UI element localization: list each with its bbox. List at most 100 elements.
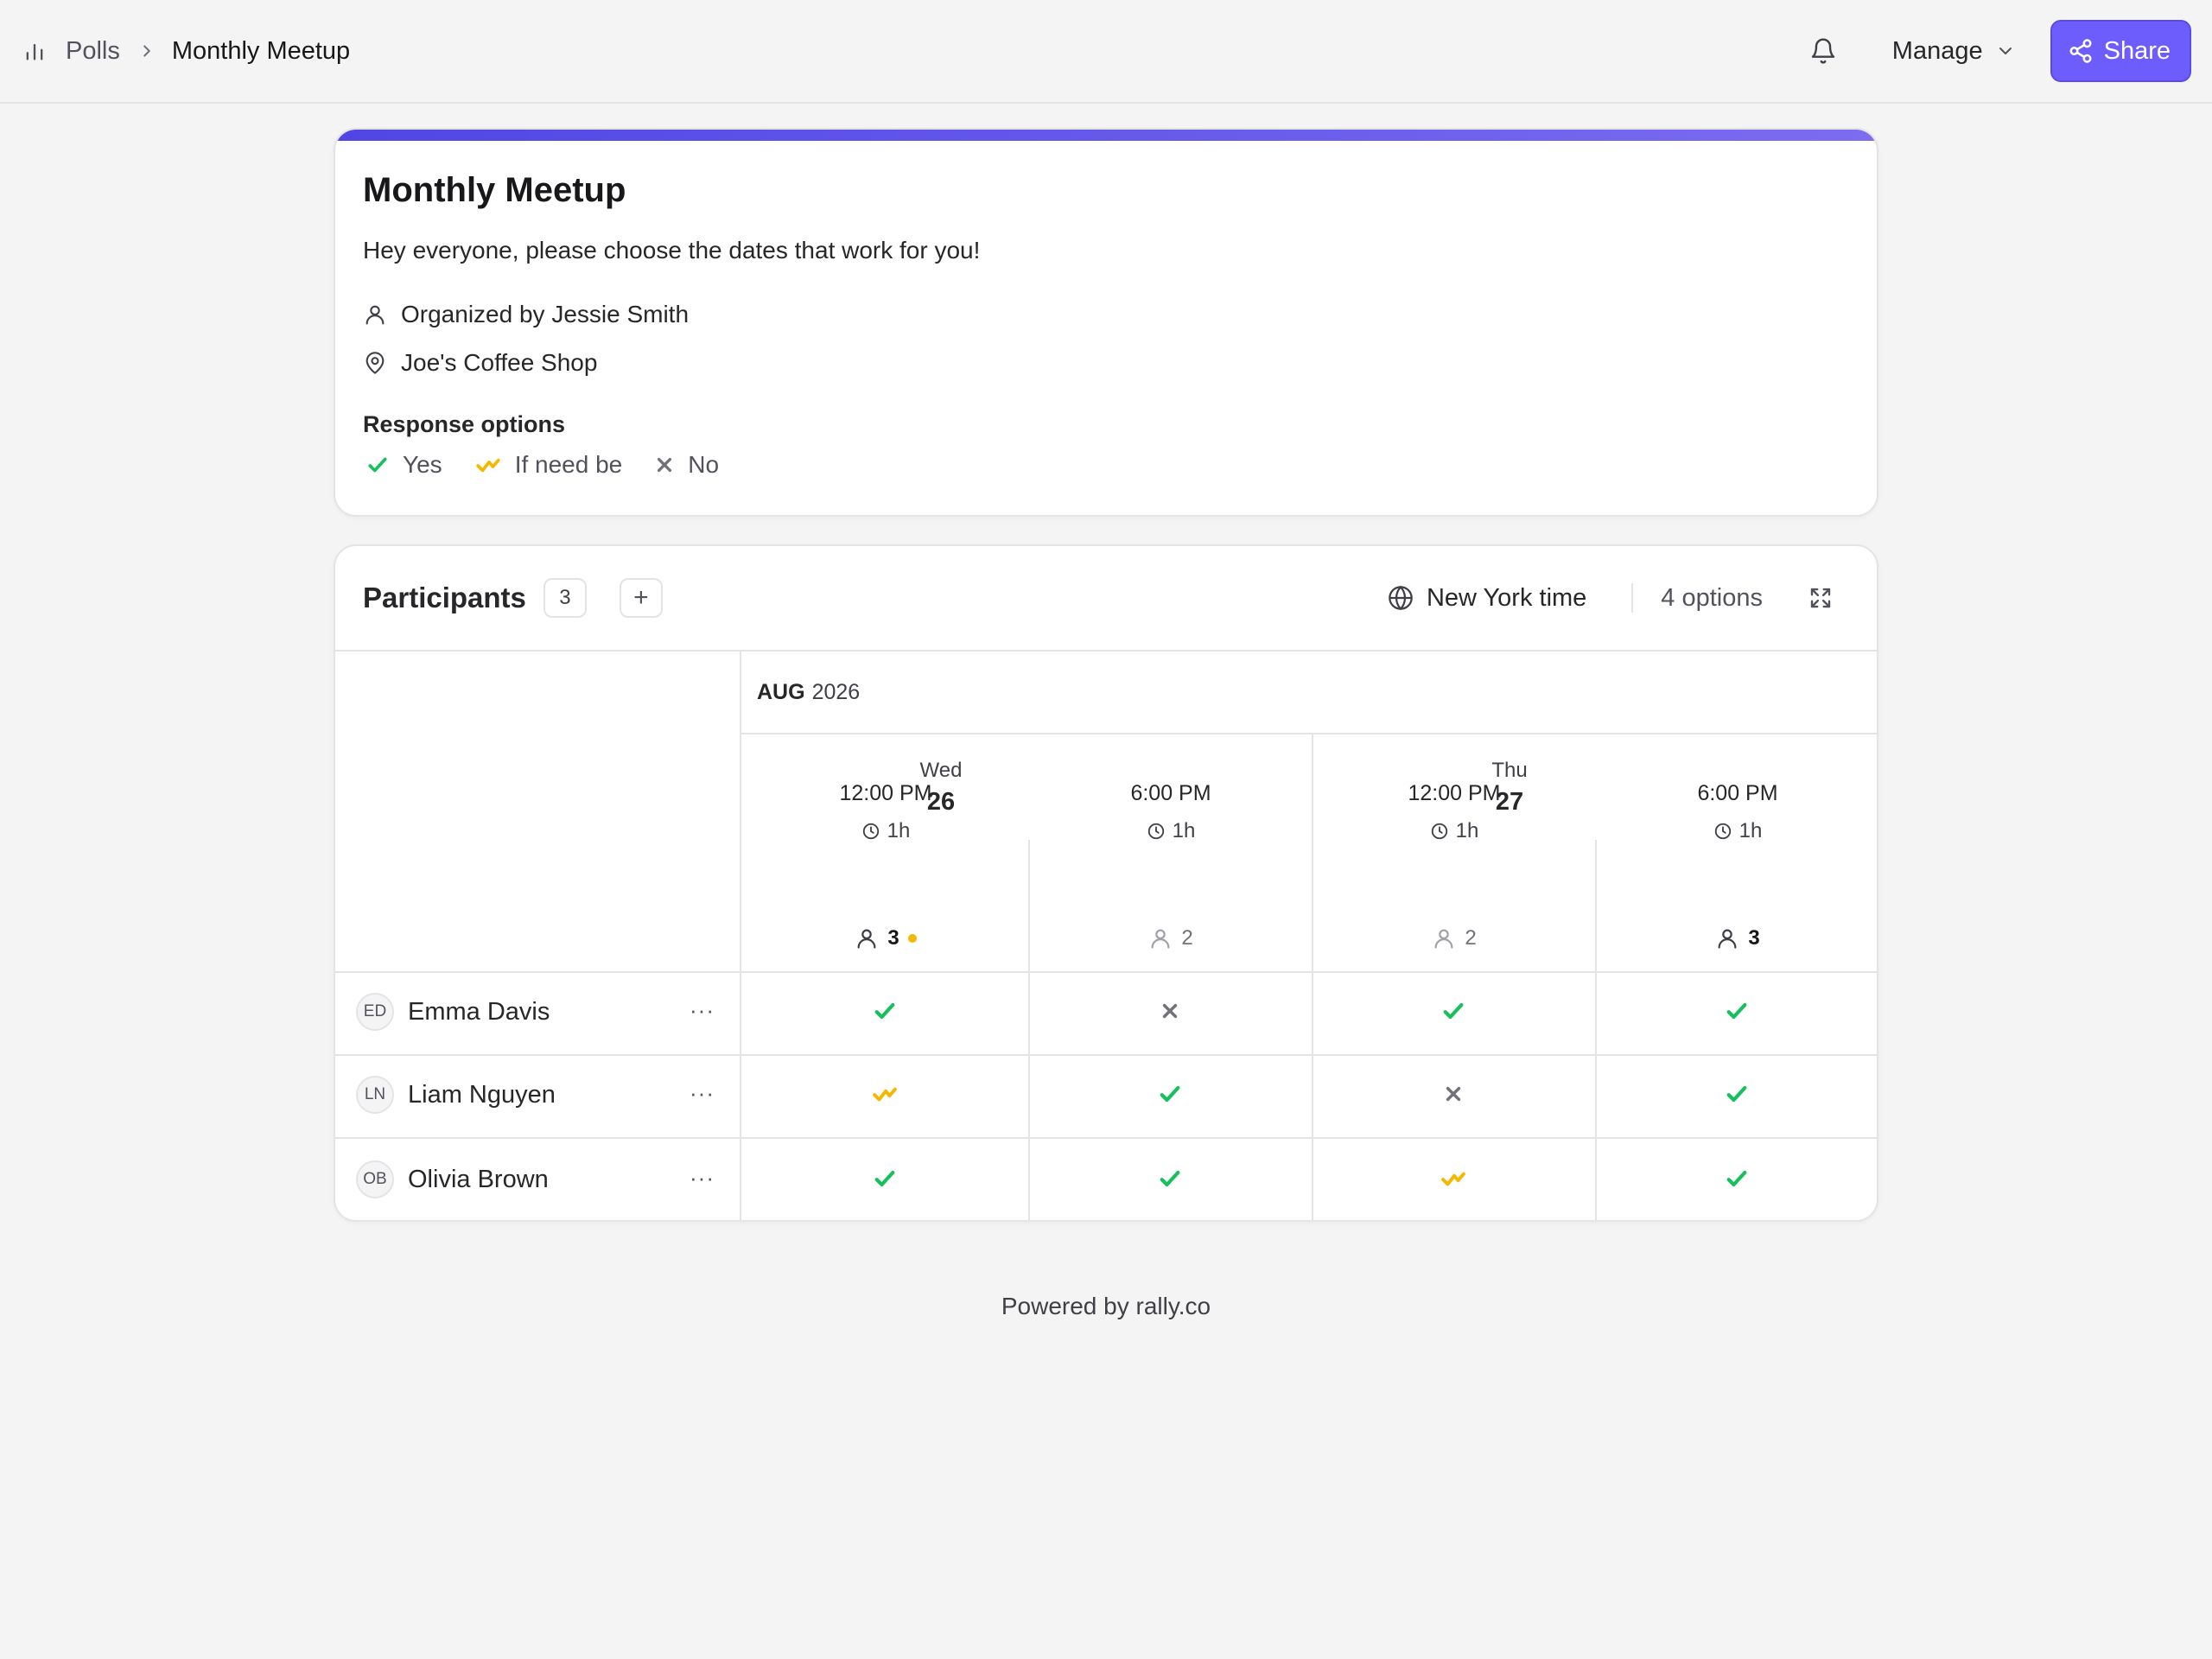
share-label: Share bbox=[2103, 36, 2171, 65]
more-options-button[interactable]: ··· bbox=[690, 997, 715, 1024]
participant-names-column bbox=[335, 652, 741, 1220]
response-options-heading: Response options bbox=[363, 411, 566, 437]
toolbar-divider bbox=[1631, 583, 1634, 613]
time-label: 12:00 PM bbox=[1408, 781, 1501, 805]
duration-label: 1h bbox=[887, 819, 911, 842]
duration-row: 1h bbox=[1030, 819, 1312, 843]
user-icon bbox=[1432, 926, 1456, 950]
participant-name: Liam Nguyen bbox=[408, 1080, 556, 1109]
vote-count: 3 bbox=[743, 926, 1028, 950]
year-label: 2026 bbox=[811, 679, 861, 704]
globe-icon bbox=[1387, 584, 1414, 612]
card-accent-bar bbox=[335, 130, 1877, 141]
participant-name: Emma Davis bbox=[408, 997, 550, 1026]
legend-if-need-be-label: If need be bbox=[514, 451, 623, 478]
user-icon bbox=[1715, 926, 1739, 950]
vote-count: 3 bbox=[1597, 926, 1877, 950]
vote-count: 2 bbox=[1030, 926, 1312, 950]
row-divider bbox=[335, 1137, 1877, 1139]
timezone-label: New York time bbox=[1426, 583, 1587, 612]
header-bottom-border bbox=[335, 971, 1877, 973]
expand-icon[interactable] bbox=[1808, 585, 1834, 611]
chevron-down-icon bbox=[1995, 41, 2016, 61]
if-need-be-icon bbox=[1436, 1161, 1471, 1196]
manage-dropdown[interactable]: Manage bbox=[1873, 20, 2035, 82]
grid-toolbar: New York time 4 options bbox=[1387, 583, 1849, 613]
legend-if-need-be: If need be bbox=[475, 451, 623, 479]
poll-info-card: Monthly Meetup Hey everyone, please choo… bbox=[334, 128, 1878, 517]
clock-icon bbox=[1430, 822, 1449, 841]
duration-label: 1h bbox=[1172, 819, 1196, 842]
chevron-right-icon bbox=[137, 41, 156, 60]
participants-header: Participants 3 + New York time 4 options bbox=[335, 546, 1877, 652]
map-pin-icon bbox=[363, 351, 387, 375]
bell-icon bbox=[1811, 38, 1834, 64]
yes-check-icon bbox=[1719, 1077, 1754, 1111]
column-divider bbox=[1595, 840, 1597, 1220]
if-need-be-icon bbox=[475, 454, 501, 476]
more-options-button[interactable]: ··· bbox=[690, 1080, 715, 1107]
more-options-button[interactable]: ··· bbox=[690, 1165, 715, 1192]
organizer-row: Organized by Jessie Smith bbox=[363, 301, 689, 328]
top-actions: Manage Share bbox=[1792, 20, 2191, 82]
duration-label: 1h bbox=[1738, 819, 1763, 842]
x-icon bbox=[655, 455, 674, 474]
date-option-column[interactable]: 6:00 PM 1h bbox=[1030, 734, 1312, 873]
user-icon bbox=[1148, 926, 1173, 950]
duration-row: 1h bbox=[1313, 819, 1595, 843]
notifications-button[interactable] bbox=[1792, 20, 1854, 82]
yes-check-icon bbox=[868, 994, 902, 1028]
user-icon bbox=[363, 302, 387, 327]
check-icon bbox=[366, 454, 389, 476]
legend-yes: Yes bbox=[366, 451, 442, 479]
bar-chart-icon bbox=[22, 39, 47, 63]
no-x-icon bbox=[1436, 1077, 1471, 1111]
avatar: LN bbox=[356, 1076, 394, 1114]
breadcrumb-polls-link[interactable]: Polls bbox=[66, 37, 120, 66]
yes-check-icon bbox=[1436, 994, 1471, 1028]
top-bar: Polls Monthly Meetup Manage Share bbox=[0, 0, 2212, 104]
location-text: Joe's Coffee Shop bbox=[401, 349, 598, 376]
participant-row-emma-davis: ED Emma Davis bbox=[356, 993, 550, 1031]
yes-check-icon bbox=[1719, 994, 1754, 1028]
add-participant-button[interactable]: + bbox=[619, 578, 663, 618]
poll-description: Hey everyone, please choose the dates th… bbox=[363, 237, 981, 264]
breadcrumb-current: Monthly Meetup bbox=[171, 36, 351, 65]
share-button[interactable]: Share bbox=[2050, 20, 2191, 82]
clock-icon bbox=[1147, 822, 1166, 841]
time-label: 6:00 PM bbox=[1697, 781, 1778, 805]
manage-label: Manage bbox=[1891, 36, 1983, 65]
participant-count-badge: 3 bbox=[543, 578, 587, 618]
timezone-button[interactable]: New York time bbox=[1387, 584, 1586, 613]
breadcrumb: Polls Monthly Meetup bbox=[22, 37, 350, 66]
time-label: 12:00 PM bbox=[839, 781, 932, 805]
date-option-column[interactable]: 12:00 PM 1h bbox=[1313, 734, 1595, 873]
legend-no: No bbox=[655, 451, 719, 479]
avatar: OB bbox=[356, 1160, 394, 1198]
participant-row-liam-nguyen: LN Liam Nguyen bbox=[356, 1076, 556, 1114]
no-x-icon bbox=[1153, 994, 1187, 1028]
legend-no-label: No bbox=[688, 451, 720, 478]
powered-by-footer[interactable]: Powered by rally.co bbox=[0, 1293, 2212, 1320]
date-option-column[interactable]: 12:00 PM 1h bbox=[743, 734, 1028, 873]
yes-check-icon bbox=[1719, 1161, 1754, 1196]
organizer-text: Organized by Jessie Smith bbox=[401, 301, 690, 327]
yes-check-icon bbox=[868, 1161, 902, 1196]
avatar: ED bbox=[356, 993, 394, 1031]
vote-count: 2 bbox=[1313, 926, 1595, 950]
if-need-be-dot bbox=[907, 934, 917, 943]
duration-label: 1h bbox=[1455, 819, 1479, 842]
if-need-be-icon bbox=[868, 1077, 902, 1111]
vote-count-value: 2 bbox=[1465, 926, 1477, 950]
duration-row: 1h bbox=[1597, 819, 1877, 843]
poll-title: Monthly Meetup bbox=[363, 171, 626, 209]
participant-row-olivia-brown: OB Olivia Brown bbox=[356, 1160, 549, 1198]
participant-name: Olivia Brown bbox=[408, 1165, 549, 1193]
vote-count-value: 3 bbox=[1748, 926, 1760, 950]
row-divider bbox=[335, 1054, 1877, 1056]
participants-heading: Participants bbox=[363, 582, 526, 613]
location-row: Joe's Coffee Shop bbox=[363, 349, 597, 377]
yes-check-icon bbox=[1153, 1077, 1187, 1111]
date-option-column[interactable]: 6:00 PM 1h bbox=[1597, 734, 1877, 873]
column-divider bbox=[1028, 840, 1030, 1220]
